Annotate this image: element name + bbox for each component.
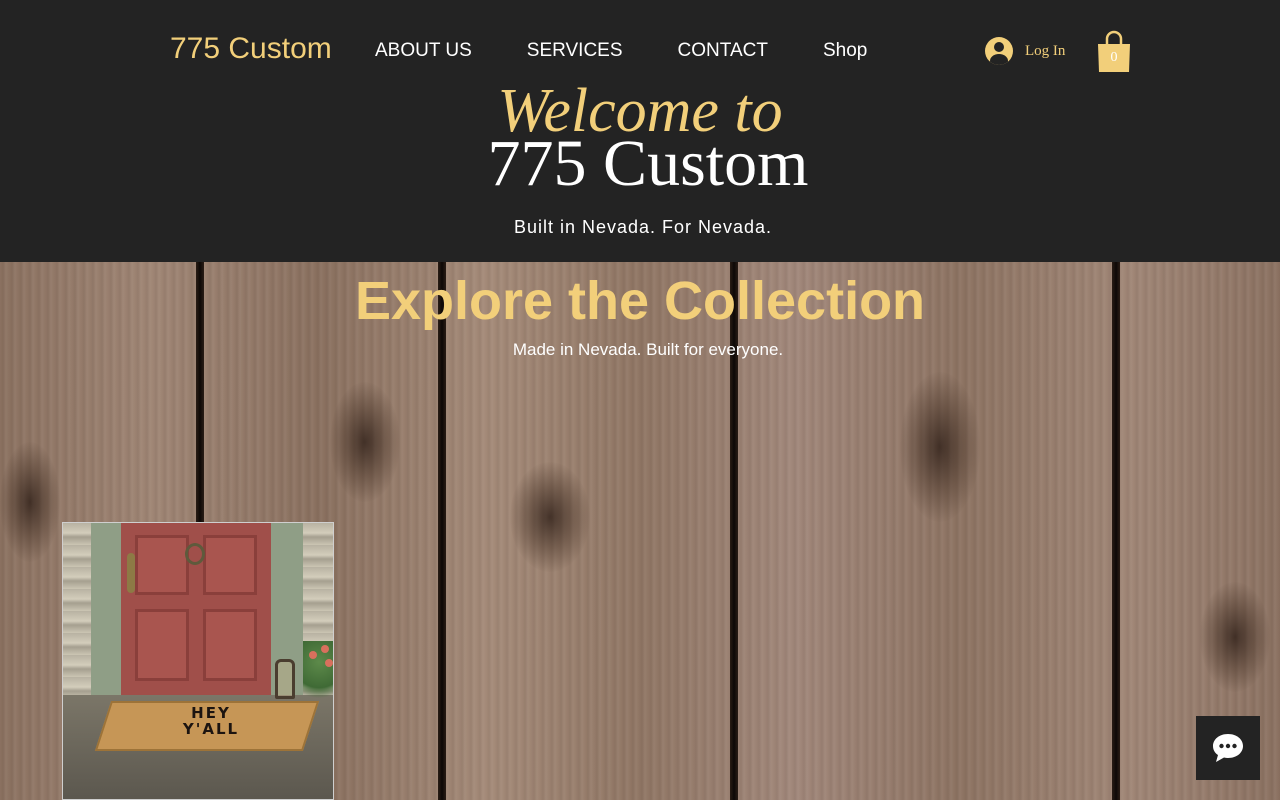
nav-contact[interactable]: CONTACT [678,40,768,62]
login-button[interactable]: Log In [985,37,1065,65]
cart-count: 0 [1110,50,1118,65]
chat-bubble-icon [1213,734,1243,762]
wood-knot [900,372,980,522]
wood-knot [330,382,400,502]
nav-services[interactable]: SERVICES [527,40,623,62]
site-tagline: Built in Nevada. For Nevada. [513,217,773,237]
login-label: Log In [1025,42,1066,59]
user-avatar-icon [985,37,1013,65]
brand-logo-link[interactable]: 775 Custom [170,32,332,66]
product-image-doormat[interactable]: HEY Y'ALL [62,522,334,800]
nav-shop[interactable]: Shop [823,40,867,62]
site-header: 775 Custom ABOUT US SERVICES CONTACT Sho… [0,0,1280,262]
chat-button[interactable] [1196,716,1260,780]
wood-knot [0,442,60,562]
wood-knot [510,462,590,572]
collection-subheading: Made in Nevada. Built for everyone. [512,340,784,359]
cart-button[interactable]: 0 [1096,30,1132,74]
collection-heading: Explore the Collection [354,271,926,331]
site-title: 775 Custom [487,127,809,200]
main-nav: ABOUT US SERVICES CONTACT Shop [375,40,867,62]
nav-about-us[interactable]: ABOUT US [375,40,472,62]
wood-knot [1200,582,1270,692]
doormat-text: HEY Y'ALL [182,704,240,738]
